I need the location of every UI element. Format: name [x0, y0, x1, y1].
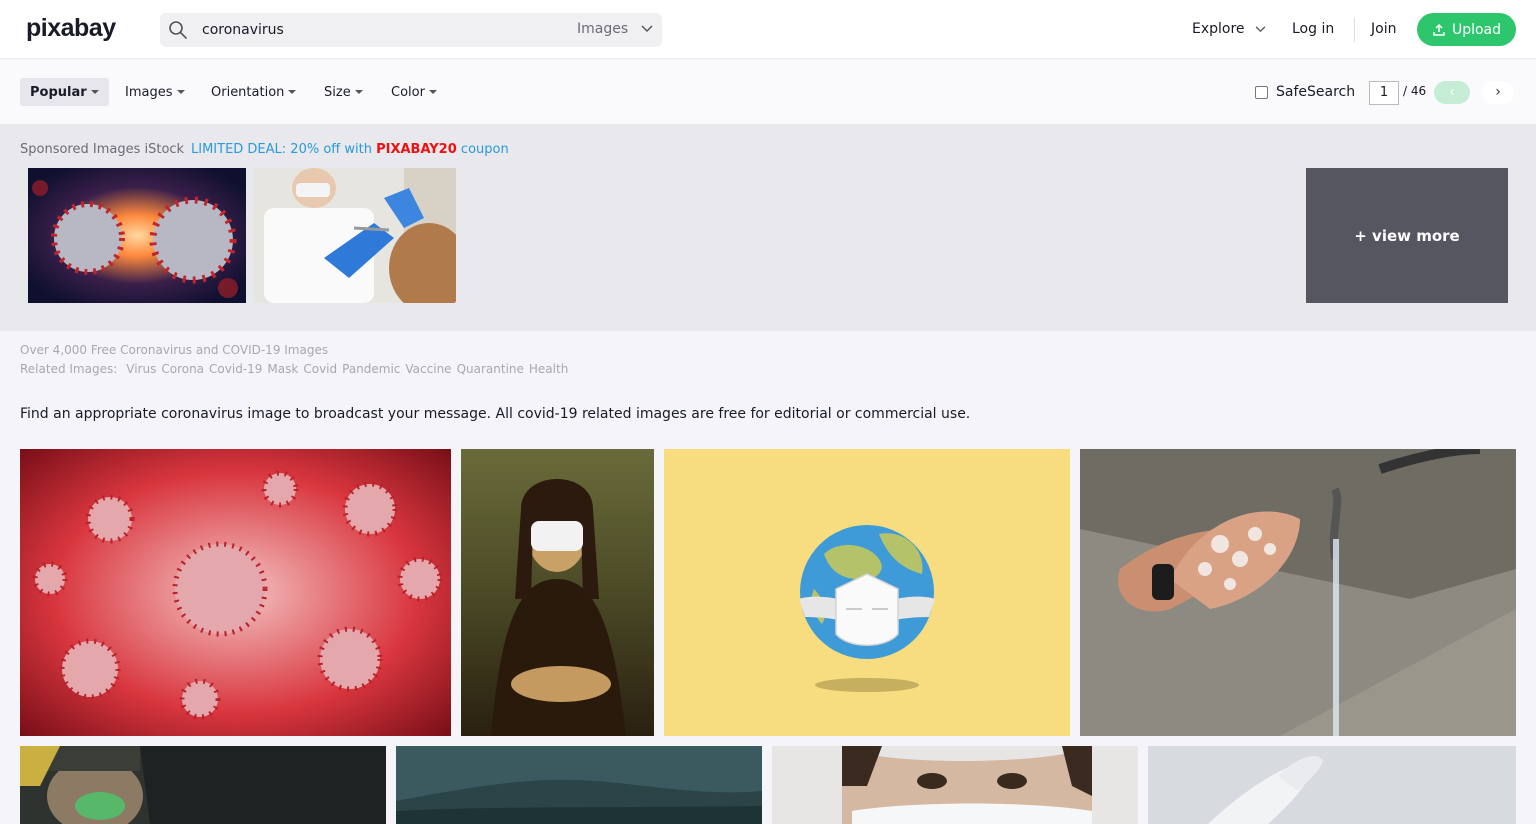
top-header: pixabay Images Explore Log in Join Uploa… — [0, 0, 1536, 59]
related-tag[interactable]: Pandemic — [342, 362, 400, 376]
caret-down-icon — [428, 90, 437, 94]
filter-orientation[interactable]: Orientation — [201, 78, 306, 106]
filter-size-label: Size — [324, 84, 351, 100]
page-number-input[interactable]: 1 — [1369, 81, 1399, 105]
nav-divider — [1354, 18, 1355, 42]
deal-prefix: LIMITED DEAL: 20% off with — [191, 142, 372, 157]
filter-images-label: Images — [125, 84, 173, 100]
filter-bar: Popular Images Orientation Size Color Sa… — [0, 60, 1536, 124]
safesearch-toggle[interactable]: SafeSearch — [1255, 84, 1355, 100]
image-tile-woman-mask[interactable] — [772, 746, 1138, 824]
view-more-button[interactable]: + view more — [1306, 168, 1508, 303]
image-tile-virus[interactable] — [20, 449, 451, 736]
explore-menu[interactable]: Explore — [1192, 21, 1266, 37]
safesearch-checkbox[interactable] — [1255, 85, 1268, 99]
filter-popular-label: Popular — [30, 84, 87, 100]
image-tile-globe-mask[interactable] — [664, 449, 1070, 736]
deal-suffix: coupon — [460, 142, 509, 157]
filter-size[interactable]: Size — [314, 78, 373, 106]
caret-down-icon — [176, 90, 185, 94]
filter-popular[interactable]: Popular — [20, 78, 109, 106]
caret-down-icon — [354, 90, 363, 94]
chevron-down-icon — [641, 25, 653, 33]
related-tag[interactable]: Health — [529, 362, 568, 376]
caret-down-icon — [288, 90, 297, 94]
prev-page-button[interactable]: ‹ — [1434, 81, 1470, 104]
search-input[interactable] — [202, 20, 542, 40]
sponsored-image-virus[interactable] — [28, 168, 246, 303]
filter-images[interactable]: Images — [115, 78, 195, 106]
image-tile-handwashing[interactable] — [1080, 449, 1516, 736]
sponsored-image-vaccine[interactable] — [254, 168, 456, 303]
related-label: Related Images: — [20, 362, 118, 376]
related-tag[interactable]: Virus — [126, 362, 156, 376]
related-tag[interactable]: Covid-19 — [209, 362, 262, 376]
caret-down-icon — [90, 90, 99, 94]
safesearch-label: SafeSearch — [1276, 84, 1356, 100]
search-type-label: Images — [577, 21, 629, 37]
results-description: Find an appropriate coronavirus image to… — [20, 406, 971, 422]
image-tile-mask-worker[interactable] — [20, 746, 386, 824]
related-tag[interactable]: Covid — [303, 362, 337, 376]
search-type-dropdown[interactable]: Images — [577, 21, 653, 37]
image-tile-glove[interactable] — [1148, 746, 1516, 824]
related-tag[interactable]: Vaccine — [405, 362, 451, 376]
pixabay-logo[interactable]: pixabay — [26, 14, 116, 43]
chevron-down-icon — [1255, 25, 1266, 32]
coupon-code: PIXABAY20 — [376, 142, 457, 157]
related-tag[interactable]: Mask — [267, 362, 298, 376]
image-tile-mountain[interactable] — [396, 746, 762, 824]
search-icon[interactable] — [168, 20, 188, 40]
upload-label: Upload — [1451, 21, 1502, 38]
next-page-button[interactable]: › — [1482, 81, 1514, 104]
join-link[interactable]: Join — [1371, 21, 1396, 37]
login-link[interactable]: Log in — [1292, 21, 1334, 37]
page-total: / 46 — [1403, 84, 1427, 98]
image-tile-mona-lisa-mask[interactable] — [461, 449, 654, 736]
related-tag[interactable]: Corona — [161, 362, 204, 376]
results-title: Over 4,000 Free Coronavirus and COVID-19… — [20, 343, 329, 357]
upload-button[interactable]: Upload — [1417, 13, 1516, 46]
filter-color[interactable]: Color — [381, 78, 447, 106]
explore-label: Explore — [1192, 21, 1245, 37]
related-images: Related Images: Virus Corona Covid-19 Ma… — [20, 362, 568, 376]
filter-orientation-label: Orientation — [211, 84, 285, 100]
sponsored-section: Sponsored Images iStock LIMITED DEAL: 20… — [0, 124, 1536, 331]
sponsored-deal-link[interactable]: LIMITED DEAL: 20% off with PIXABAY20 cou… — [191, 142, 509, 157]
upload-icon — [1433, 23, 1445, 36]
filter-color-label: Color — [391, 84, 425, 100]
sponsored-label[interactable]: Sponsored Images iStock — [20, 142, 184, 157]
search-bar[interactable]: Images — [160, 13, 662, 47]
related-tag[interactable]: Quarantine — [457, 362, 524, 376]
